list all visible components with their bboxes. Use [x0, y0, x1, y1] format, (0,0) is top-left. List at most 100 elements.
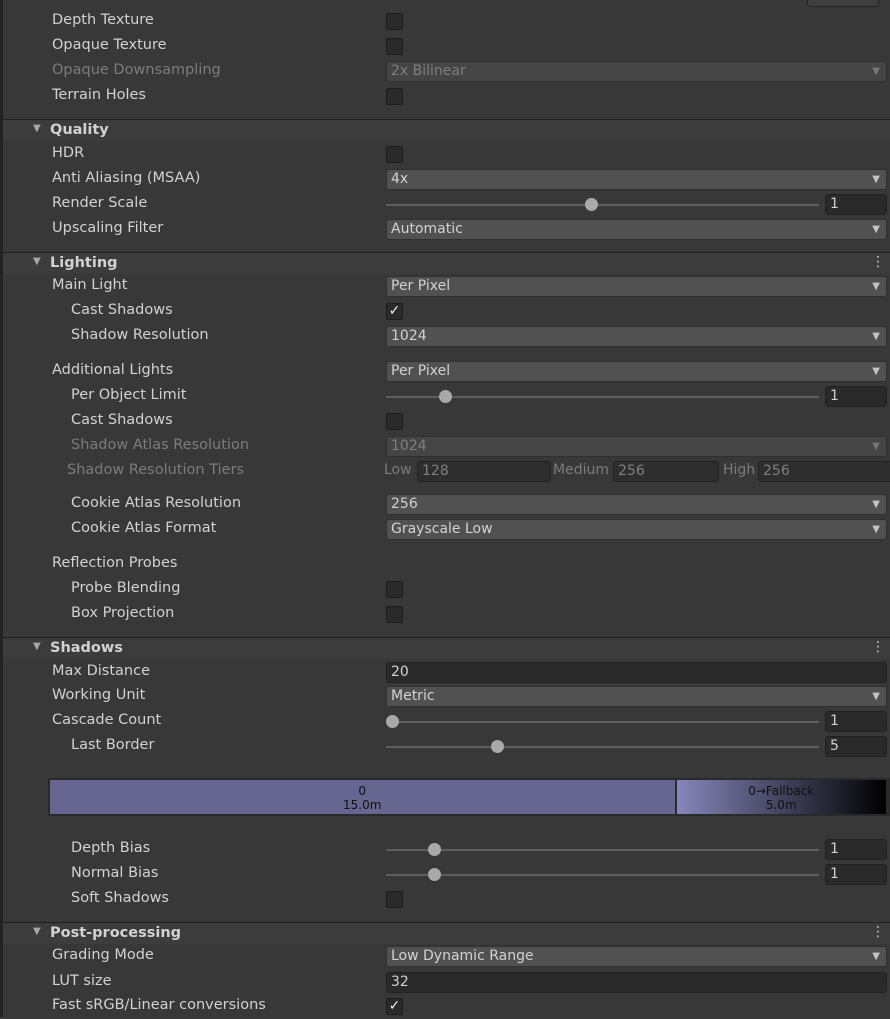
foldout-arrow-icon[interactable]: ▼ [33, 926, 41, 937]
field-label: Cast Shadows [71, 302, 173, 318]
field-label: Reflection Probes [52, 555, 178, 571]
slider-thumb[interactable] [428, 868, 442, 881]
field-label: HDR [52, 145, 85, 161]
field-label: Cookie Atlas Resolution [71, 495, 242, 511]
field-row-grading-mode: Grading Mode Low Dynamic Range ▼ [3, 945, 890, 969]
terrain-holes-checkbox[interactable] [386, 88, 403, 105]
slider-thumb[interactable] [386, 715, 399, 728]
kebab-menu-icon[interactable]: ⋮ [871, 639, 885, 655]
section-header-shadows[interactable]: ▼ Shadows ⋮ [3, 637, 890, 659]
foldout-arrow-icon[interactable]: ▼ [33, 256, 41, 267]
field-label: Render Scale [52, 195, 148, 211]
opaque-downsampling-dropdown: 2x Bilinear ▼ [386, 61, 887, 82]
slider-track[interactable] [386, 874, 819, 876]
top-button[interactable] [807, 0, 879, 7]
slider-thumb[interactable] [438, 390, 452, 403]
field-label: Per Object Limit [71, 387, 187, 403]
field-row-cookie-atlas-format: Cookie Atlas Format Grayscale Low ▼ [3, 518, 890, 542]
field-label: Shadow Resolution [71, 327, 209, 343]
foldout-arrow-icon[interactable]: ▼ [33, 123, 41, 134]
cascade-count-value-input[interactable]: 1 [825, 711, 887, 732]
slider-track[interactable] [386, 204, 819, 206]
field-label: Cookie Atlas Format [71, 520, 217, 536]
dropdown-value: 1024 [391, 438, 427, 454]
section-title: Post-processing [50, 925, 182, 941]
hdr-checkbox[interactable] [386, 146, 403, 163]
main-light-dropdown[interactable]: Per Pixel ▼ [386, 276, 887, 297]
grading-mode-dropdown[interactable]: Low Dynamic Range ▼ [386, 946, 887, 967]
kebab-menu-icon[interactable]: ⋮ [871, 254, 885, 270]
field-row-fast-srgb-linear-conversions: Fast sRGB/Linear conversions ✓ [3, 995, 890, 1019]
cast-shadows-checkbox[interactable]: ✓ [386, 303, 403, 320]
field-label: Working Unit [52, 687, 146, 703]
slider-track[interactable] [386, 849, 819, 851]
field-label: Opaque Downsampling [52, 62, 221, 78]
field-row-soft-shadows: Soft Shadows [3, 888, 890, 912]
cast-shadows-checkbox[interactable] [386, 413, 403, 430]
section-header-post-processing[interactable]: ▼ Post-processing ⋮ [3, 922, 890, 944]
section-header-lighting[interactable]: ▼ Lighting ⋮ [3, 252, 890, 274]
field-label: Grading Mode [52, 947, 154, 963]
slider-track[interactable] [386, 721, 819, 723]
slider-track[interactable] [386, 746, 819, 748]
field-row-per-object-limit: Per Object Limit 1 [3, 385, 890, 409]
tier-label-high: High [723, 462, 756, 478]
field-row-working-unit: Working Unit Metric ▼ [3, 685, 890, 709]
shadow-resolution-dropdown[interactable]: 1024 ▼ [386, 326, 887, 347]
dropdown-value: Per Pixel [391, 278, 451, 294]
section-header-quality[interactable]: ▼ Quality [3, 119, 890, 141]
upscaling-filter-dropdown[interactable]: Automatic ▼ [386, 219, 887, 240]
per-object-limit-value-input[interactable]: 1 [825, 386, 887, 407]
kebab-menu-icon[interactable]: ⋮ [871, 924, 885, 940]
dropdown-arrow-icon: ▼ [872, 499, 880, 510]
additional-lights-dropdown[interactable]: Per Pixel ▼ [386, 361, 887, 382]
cookie-atlas-resolution-dropdown[interactable]: 256 ▼ [386, 494, 887, 515]
checkmark-icon: ✓ [388, 303, 401, 319]
cascade-distance: 15.0m [343, 798, 382, 812]
working-unit-dropdown[interactable]: Metric ▼ [386, 686, 887, 707]
dropdown-value: 1024 [391, 328, 427, 344]
dropdown-value: Low Dynamic Range [391, 948, 534, 964]
lut-size-input[interactable]: 32 [386, 972, 887, 993]
cascade-index: 0 [358, 784, 367, 798]
field-row-render-scale: Render Scale 1 [3, 193, 890, 217]
tier-label-low: Low [384, 462, 412, 478]
slider-thumb[interactable] [585, 198, 599, 211]
cascade-segment-0[interactable]: 0 15.0m [50, 780, 675, 814]
field-row-probe-blending: Probe Blending [3, 578, 890, 602]
last-border-value-input[interactable]: 5 [825, 736, 887, 757]
field-row-main-light: Main Light Per Pixel ▼ [3, 275, 890, 299]
field-row-cast-shadows: Cast Shadows [3, 410, 890, 434]
cookie-atlas-format-dropdown[interactable]: Grayscale Low ▼ [386, 519, 887, 540]
depth-bias-value-input[interactable]: 1 [825, 839, 887, 860]
probe-blending-checkbox[interactable] [386, 581, 403, 598]
dropdown-arrow-icon: ▼ [872, 174, 880, 185]
fast-srgb-linear-conversions-checkbox[interactable]: ✓ [386, 998, 403, 1015]
slider-thumb[interactable] [491, 740, 505, 753]
render-scale-value-input[interactable]: 1 [825, 194, 887, 215]
depth-texture-checkbox[interactable] [386, 13, 403, 30]
cascade-split-bar[interactable]: 0 15.0m 0→Fallback 5.0m [48, 778, 890, 816]
field-row-cast-shadows: Cast Shadows ✓ [3, 300, 890, 324]
soft-shadows-checkbox[interactable] [386, 891, 403, 908]
opaque-texture-checkbox[interactable] [386, 38, 403, 55]
field-label: Terrain Holes [52, 87, 146, 103]
field-label: Cascade Count [52, 712, 162, 728]
dropdown-arrow-icon: ▼ [872, 366, 880, 377]
fallback-label: 0→Fallback [748, 784, 815, 798]
field-row-cookie-atlas-resolution: Cookie Atlas Resolution 256 ▼ [3, 493, 890, 517]
field-row-depth-bias: Depth Bias 1 [3, 838, 890, 862]
shadow-atlas-resolution-dropdown: 1024 ▼ [386, 436, 887, 457]
normal-bias-value-input[interactable]: 1 [825, 864, 887, 885]
section-title: Lighting [50, 255, 118, 271]
dropdown-arrow-icon: ▼ [872, 524, 880, 535]
slider-thumb[interactable] [428, 843, 442, 856]
foldout-arrow-icon[interactable]: ▼ [33, 641, 41, 652]
tier-input-low: 128 [417, 461, 551, 482]
field-label: Depth Texture [52, 12, 154, 28]
box-projection-checkbox[interactable] [386, 606, 403, 623]
max-distance-input[interactable]: 20 [386, 662, 887, 683]
anti-aliasing-msaa-dropdown[interactable]: 4x ▼ [386, 169, 887, 190]
field-row-depth-texture: Depth Texture [3, 10, 890, 34]
field-label: Probe Blending [71, 580, 181, 596]
